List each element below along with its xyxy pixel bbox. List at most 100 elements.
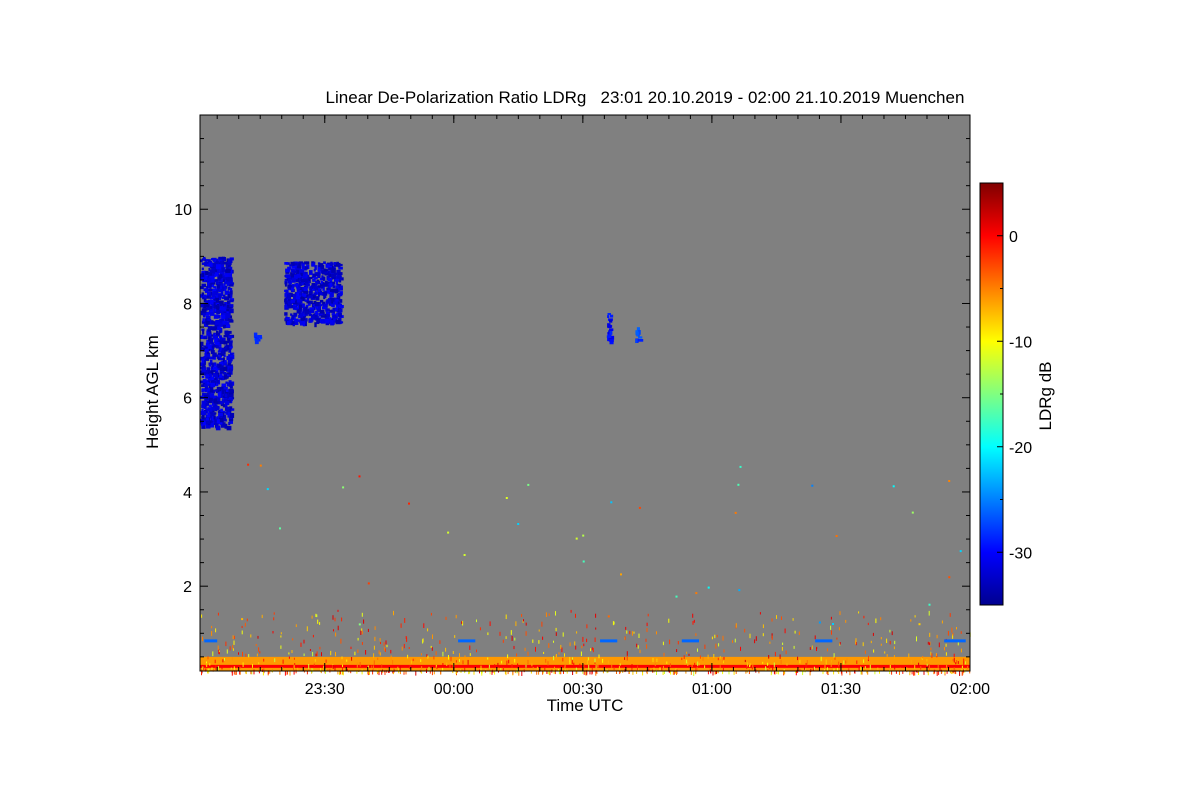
feature-pixel [216, 284, 221, 289]
clutter-pixel [286, 671, 288, 675]
clutter-pixel [595, 665, 597, 669]
clutter-pixel [626, 655, 628, 661]
clutter-pixel [637, 645, 639, 649]
clutter-pixel [488, 667, 490, 671]
clutter-pixel [776, 615, 777, 619]
feature-pixel [221, 306, 226, 311]
feature-pixel [291, 321, 295, 325]
clutter-pixel [261, 614, 263, 619]
clutter-pixel [573, 662, 575, 667]
clutter-pixel [620, 573, 622, 576]
clutter-pixel [675, 595, 678, 598]
feature-pixel [207, 326, 213, 331]
feature-pixel [205, 300, 211, 304]
feature-pixel [203, 288, 206, 292]
clutter-pixel [586, 660, 588, 665]
clutter-pixel [514, 637, 516, 641]
feature-pixel [287, 321, 291, 326]
clutter-pixel [515, 621, 517, 627]
clutter-pixel [295, 624, 297, 628]
feature-pixel [284, 281, 287, 287]
clutter-pixel [930, 651, 932, 656]
clutter-pixel [961, 665, 963, 669]
feature-pixel [299, 304, 303, 310]
feature-pixel [229, 300, 234, 303]
clutter-pixel [835, 535, 838, 537]
feature-pixel [301, 263, 305, 267]
clutter-pixel [625, 626, 627, 630]
feature-pixel [257, 335, 262, 339]
clutter-pixel [929, 632, 931, 637]
feature-pixel [228, 396, 232, 401]
feature-pixel [213, 334, 216, 339]
clutter-pixel [315, 653, 317, 657]
clutter-pixel [562, 632, 564, 637]
clutter-pixel [555, 611, 556, 616]
blue-streak [944, 639, 966, 643]
clutter-pixel [459, 659, 460, 662]
clutter-pixel [891, 671, 893, 675]
feature-pixel [299, 292, 302, 296]
clutter-pixel [792, 618, 794, 621]
clutter-pixel [445, 647, 447, 652]
feature-pixel [224, 281, 227, 285]
clutter-pixel [780, 659, 782, 665]
clutter-pixel [531, 663, 533, 667]
clutter-pixel [955, 662, 957, 665]
clutter-pixel [250, 634, 252, 638]
feature-pixel [227, 293, 231, 299]
feature-pixel [214, 405, 220, 411]
clutter-pixel [428, 666, 430, 671]
clutter-pixel [505, 636, 507, 639]
clutter-pixel [548, 613, 550, 616]
feature-pixel [638, 339, 644, 342]
y-tick-label: 6 [183, 391, 192, 408]
clutter-pixel [646, 628, 648, 633]
clutter-pixel [541, 621, 543, 627]
clutter-pixel [449, 664, 451, 668]
clutter-pixel [256, 653, 258, 657]
clutter-pixel [687, 661, 689, 666]
clutter-pixel [379, 638, 381, 642]
clutter-pixel [535, 646, 536, 652]
feature-pixel [285, 274, 291, 278]
clutter-pixel [255, 644, 257, 647]
clutter-pixel [225, 641, 227, 647]
feature-pixel [201, 400, 206, 405]
feature-pixel [215, 274, 219, 277]
feature-pixel [202, 363, 205, 367]
clutter-pixel [259, 651, 261, 654]
clutter-pixel [333, 629, 334, 632]
clutter-pixel [692, 613, 694, 618]
y-tick-label: 2 [183, 579, 192, 596]
clutter-pixel [390, 649, 392, 654]
clutter-pixel [259, 464, 262, 467]
clutter-pixel [455, 614, 457, 619]
feature-pixel [289, 264, 293, 267]
clutter-pixel [525, 664, 527, 668]
blue-streak [600, 639, 618, 643]
clutter-pixel [233, 666, 235, 670]
feature-pixel [609, 339, 614, 343]
clutter-pixel [538, 629, 540, 632]
feature-pixel [304, 311, 310, 315]
clutter-pixel [358, 623, 361, 626]
clutter-pixel [953, 653, 955, 658]
clutter-pixel [439, 640, 441, 644]
clutter-pixel [511, 635, 513, 641]
clutter-pixel [431, 647, 433, 651]
feature-pixel [326, 314, 330, 318]
clutter-pixel [392, 660, 394, 665]
blue-streak [458, 639, 476, 643]
clutter-pixel [207, 656, 209, 660]
feature-pixel [227, 300, 230, 305]
clutter-pixel [722, 658, 724, 662]
clutter-pixel [379, 652, 381, 656]
clutter-pixel [505, 497, 508, 499]
feature-pixel [209, 270, 214, 274]
clutter-pixel [738, 589, 741, 592]
clutter-pixel [415, 671, 417, 676]
feature-pixel [213, 364, 217, 367]
clutter-pixel [360, 630, 362, 635]
clutter-pixel [927, 641, 929, 645]
